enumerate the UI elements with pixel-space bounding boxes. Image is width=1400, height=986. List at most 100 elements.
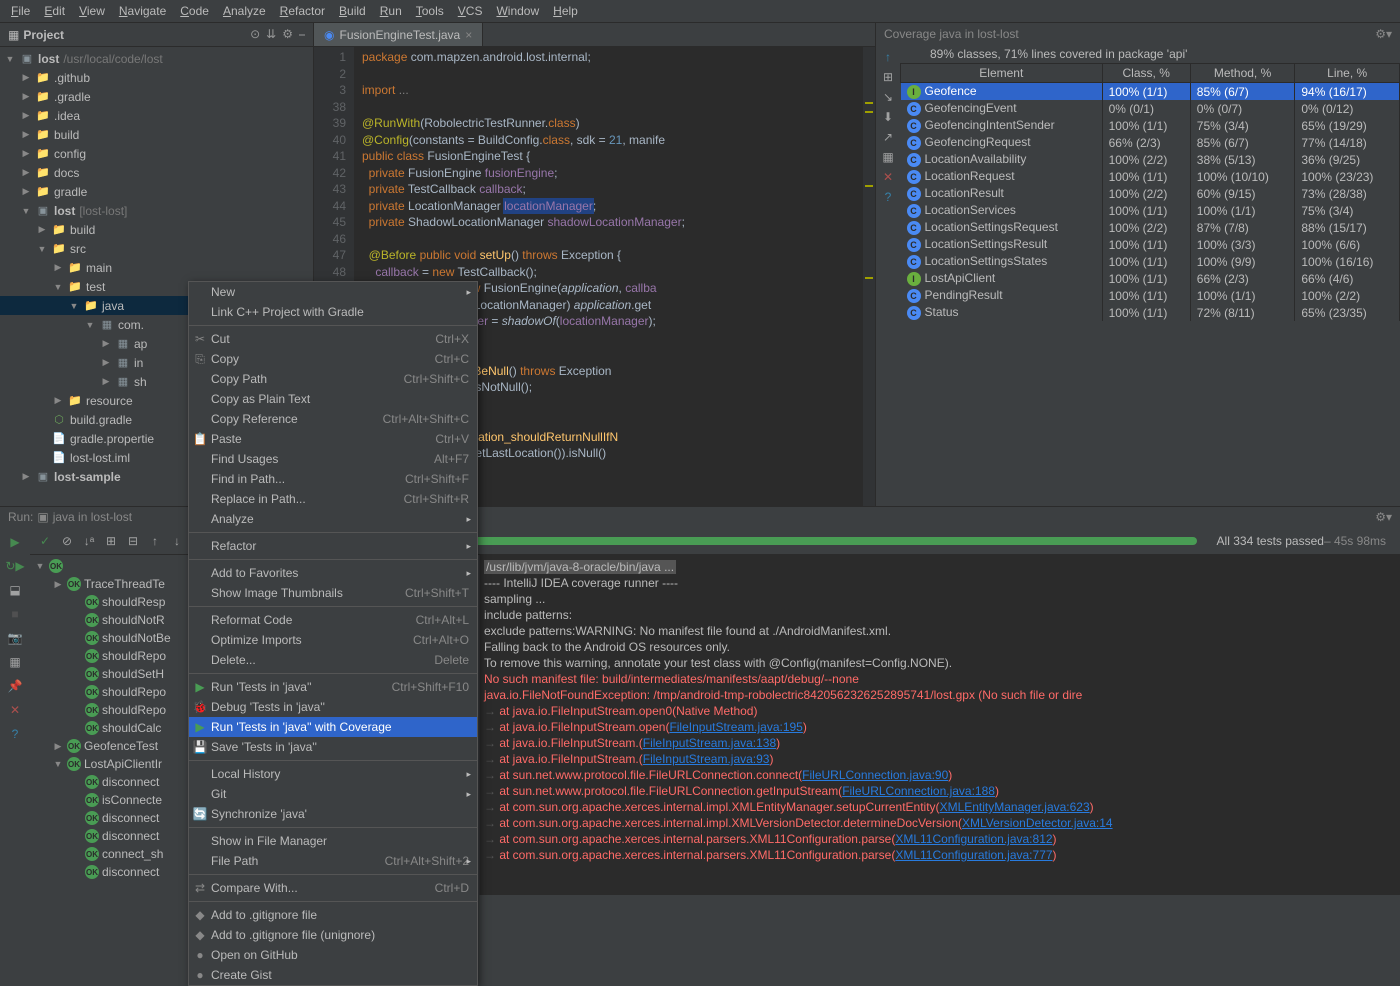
tree-item-.gradle[interactable]: ▶📁.gradle xyxy=(0,87,313,106)
tree-item-.github[interactable]: ▶📁.github xyxy=(0,68,313,87)
menu-tools[interactable]: Tools xyxy=(410,2,450,20)
ctx-open-on-github[interactable]: ●Open on GitHub xyxy=(189,945,477,965)
menu-view[interactable]: View xyxy=(73,2,111,20)
coverage-row-LocationResult[interactable]: CLocationResult100% (2/2)60% (9/15)73% (… xyxy=(901,185,1400,202)
show-passed-icon[interactable]: ✓ xyxy=(34,530,56,552)
settings-icon[interactable]: ⚙ xyxy=(282,27,293,42)
ctx-run-tests-in-java-[interactable]: ▶Run 'Tests in 'java''Ctrl+Shift+F10 xyxy=(189,677,477,697)
menu-edit[interactable]: Edit xyxy=(38,2,71,20)
tree-item-build[interactable]: ▶📁build xyxy=(0,125,313,144)
gear-icon[interactable]: ⚙▾ xyxy=(1375,510,1392,524)
coverage-header-3[interactable]: Line, % xyxy=(1295,64,1400,83)
export-icon[interactable]: ⬇ xyxy=(880,109,896,125)
ctx-save-tests-in-java-[interactable]: 💾Save 'Tests in 'java'' xyxy=(189,737,477,757)
export2-icon[interactable]: ↗ xyxy=(880,129,896,145)
ctx-replace-in-path-[interactable]: Replace in Path...Ctrl+Shift+R xyxy=(189,489,477,509)
help-run-icon[interactable]: ? xyxy=(6,725,24,743)
ctx-show-image-thumbnails[interactable]: Show Image ThumbnailsCtrl+Shift+T xyxy=(189,583,477,603)
menu-analyze[interactable]: Analyze xyxy=(217,2,272,20)
editor-scrollbar[interactable] xyxy=(863,47,875,506)
ctx-synchronize-java-[interactable]: 🔄Synchronize 'java' xyxy=(189,804,477,824)
toggle-icon[interactable]: ⬓ xyxy=(6,581,24,599)
tree-item-src[interactable]: ▼📁src xyxy=(0,239,313,258)
scroll-from-source-icon[interactable]: ⊙ xyxy=(250,27,260,42)
ctx-paste[interactable]: 📋PasteCtrl+V xyxy=(189,429,477,449)
rerun-failed-icon[interactable]: ↻▶ xyxy=(6,557,24,575)
coverage-row-LocationSettingsStates[interactable]: CLocationSettingsStates100% (1/1)100% (9… xyxy=(901,253,1400,270)
ctx-refactor[interactable]: Refactor▸ xyxy=(189,536,477,556)
collapse-all-icon[interactable]: ⇊ xyxy=(266,27,276,42)
coverage-header-2[interactable]: Method, % xyxy=(1190,64,1295,83)
ctx-copy-reference[interactable]: Copy ReferenceCtrl+Alt+Shift+C xyxy=(189,409,477,429)
coverage-row-Status[interactable]: CStatus100% (1/1)72% (8/11)65% (23/35) xyxy=(901,304,1400,321)
hide-icon[interactable]: ⎯ xyxy=(299,27,305,42)
tree-item-build[interactable]: ▶📁build xyxy=(0,220,313,239)
ctx-optimize-imports[interactable]: Optimize ImportsCtrl+Alt+O xyxy=(189,630,477,650)
menu-refactor[interactable]: Refactor xyxy=(274,2,331,20)
stop-icon[interactable]: ■ xyxy=(6,605,24,623)
coverage-row-Geofence[interactable]: IGeofence100% (1/1)85% (6/7)94% (16/17) xyxy=(901,83,1400,101)
ctx-link-c-project-with-gradle[interactable]: Link C++ Project with Gradle xyxy=(189,302,477,322)
tree-item-lost[interactable]: ▼▣lost[lost-lost] xyxy=(0,201,313,220)
coverage-row-LocationSettingsResult[interactable]: CLocationSettingsResult100% (1/1)100% (3… xyxy=(901,236,1400,253)
gear-icon[interactable]: ⚙▾ xyxy=(1375,27,1392,41)
editor-tab[interactable]: ◉ FusionEngineTest.java × xyxy=(314,23,483,46)
coverage-row-LocationSettingsRequest[interactable]: CLocationSettingsRequest100% (2/2)87% (7… xyxy=(901,219,1400,236)
menu-navigate[interactable]: Navigate xyxy=(113,2,172,20)
coverage-header-1[interactable]: Class, % xyxy=(1102,64,1190,83)
menu-file[interactable]: File xyxy=(5,2,36,20)
ctx-create-gist[interactable]: ●Create Gist xyxy=(189,965,477,985)
coverage-table[interactable]: ElementClass, %Method, %Line, %IGeofence… xyxy=(900,63,1400,321)
rerun-icon[interactable]: ▶ xyxy=(6,533,24,551)
prev-icon[interactable]: ↑ xyxy=(144,530,166,552)
coverage-row-PendingResult[interactable]: CPendingResult100% (1/1)100% (1/1)100% (… xyxy=(901,287,1400,304)
ctx-copy[interactable]: ⎘CopyCtrl+C xyxy=(189,349,477,369)
menu-help[interactable]: Help xyxy=(547,2,584,20)
ctx-run-tests-in-java-with-coverage[interactable]: ▶Run 'Tests in 'java'' with Coverage xyxy=(189,717,477,737)
ctx-delete-[interactable]: Delete...Delete xyxy=(189,650,477,670)
coverage-header-0[interactable]: Element xyxy=(901,64,1103,83)
up-icon[interactable]: ↑ xyxy=(880,49,896,65)
flatten-icon[interactable]: ⊞ xyxy=(880,69,896,85)
collapse-icon[interactable]: ▦ xyxy=(8,28,19,42)
collapse-icon[interactable]: ⊟ xyxy=(122,530,144,552)
menu-code[interactable]: Code xyxy=(174,2,215,20)
ctx-reformat-code[interactable]: Reformat CodeCtrl+Alt+L xyxy=(189,610,477,630)
coverage-row-GeofencingRequest[interactable]: CGeofencingRequest66% (2/3)85% (6/7)77% … xyxy=(901,134,1400,151)
dump-icon[interactable]: 📷 xyxy=(6,629,24,647)
nav-icon[interactable]: ↘ xyxy=(880,89,896,105)
coverage-row-GeofencingEvent[interactable]: CGeofencingEvent0% (0/1)0% (0/7)0% (0/12… xyxy=(901,100,1400,117)
ctx-add-to-gitignore-file[interactable]: ◆Add to .gitignore file xyxy=(189,905,477,925)
filter-icon[interactable]: ▦ xyxy=(880,149,896,165)
layout-icon[interactable]: ▦ xyxy=(6,653,24,671)
close-run-icon[interactable]: ✕ xyxy=(6,701,24,719)
close-coverage-icon[interactable]: ✕ xyxy=(880,169,896,185)
pin-icon[interactable]: 📌 xyxy=(6,677,24,695)
coverage-row-LostApiClient[interactable]: ILostApiClient100% (1/1)66% (2/3)66% (4/… xyxy=(901,270,1400,287)
menu-build[interactable]: Build xyxy=(333,2,372,20)
ctx-find-usages[interactable]: Find UsagesAlt+F7 xyxy=(189,449,477,469)
menu-vcs[interactable]: VCS xyxy=(452,2,489,20)
expand-icon[interactable]: ⊞ xyxy=(100,530,122,552)
ctx-compare-with-[interactable]: ⇄Compare With...Ctrl+D xyxy=(189,878,477,898)
help-icon[interactable]: ? xyxy=(880,189,896,205)
tree-item-gradle[interactable]: ▶📁gradle xyxy=(0,182,313,201)
ctx-cut[interactable]: ✂CutCtrl+X xyxy=(189,329,477,349)
ctx-add-to-gitignore-file-unignore-[interactable]: ◆Add to .gitignore file (unignore) xyxy=(189,925,477,945)
tree-item-.idea[interactable]: ▶📁.idea xyxy=(0,106,313,125)
ctx-file-path[interactable]: File PathCtrl+Alt+Shift+2▸ xyxy=(189,851,477,871)
menu-window[interactable]: Window xyxy=(490,2,545,20)
ctx-add-to-favorites[interactable]: Add to Favorites▸ xyxy=(189,563,477,583)
tree-item-docs[interactable]: ▶📁docs xyxy=(0,163,313,182)
coverage-row-LocationServices[interactable]: CLocationServices100% (1/1)100% (1/1)75%… xyxy=(901,202,1400,219)
ctx-find-in-path-[interactable]: Find in Path...Ctrl+Shift+F xyxy=(189,469,477,489)
console-output[interactable]: /usr/lib/jvm/java-8-oracle/bin/java ...-… xyxy=(480,555,1400,895)
next-icon[interactable]: ↓ xyxy=(166,530,188,552)
ctx-new[interactable]: New▸ xyxy=(189,282,477,302)
coverage-row-GeofencingIntentSender[interactable]: CGeofencingIntentSender100% (1/1)75% (3/… xyxy=(901,117,1400,134)
ctx-show-in-file-manager[interactable]: Show in File Manager xyxy=(189,831,477,851)
close-icon[interactable]: × xyxy=(465,28,472,42)
ctx-analyze[interactable]: Analyze▸ xyxy=(189,509,477,529)
ctx-debug-tests-in-java-[interactable]: 🐞Debug 'Tests in 'java'' xyxy=(189,697,477,717)
tree-item-config[interactable]: ▶📁config xyxy=(0,144,313,163)
